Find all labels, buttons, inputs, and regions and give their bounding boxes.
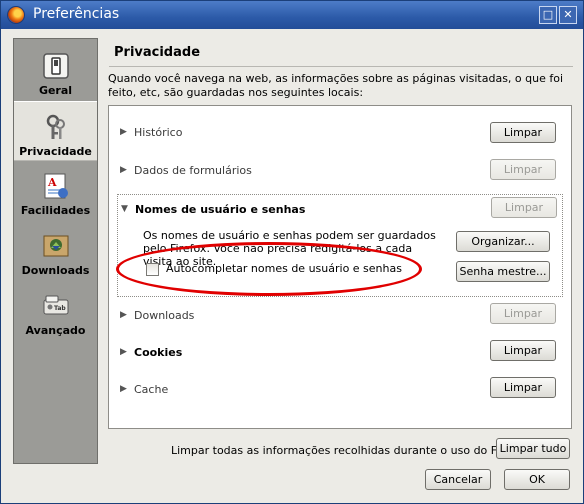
collapse-arrow-icon[interactable]: ▼ [121, 204, 128, 214]
svg-text:A: A [47, 176, 57, 189]
sidebar-item-facilidades[interactable]: A Facilidades [14, 161, 97, 221]
sidebar-item-geral[interactable]: Geral [14, 41, 97, 101]
item-label: Cookies [134, 346, 183, 359]
master-password-button[interactable]: Senha mestre... [456, 261, 550, 282]
window-title: Preferências [33, 6, 120, 22]
sidebar-item-downloads[interactable]: Downloads [14, 221, 97, 281]
firefox-icon [7, 6, 25, 24]
organize-button[interactable]: Organizar... [456, 231, 550, 252]
expand-arrow-icon[interactable]: ▶ [120, 347, 127, 357]
item-label: Nomes de usuário e senhas [135, 203, 306, 216]
panel-title: Privacidade [114, 45, 201, 60]
clear-downloads-button[interactable]: Limpar [490, 303, 556, 324]
sidebar-item-label: Facilidades [20, 204, 91, 217]
ok-button[interactable]: OK [504, 469, 570, 490]
clear-cache-button[interactable]: Limpar [490, 377, 556, 398]
clear-all-text: Limpar todas as informações recolhidas d… [171, 444, 531, 457]
clear-all-button[interactable]: Limpar tudo [496, 438, 570, 459]
category-sidebar: Geral Privacidade A Facilidades Download… [13, 38, 98, 464]
item-label: Histórico [134, 126, 183, 139]
clear-passwords-button[interactable]: Limpar [491, 197, 557, 218]
sidebar-item-label: Privacidade [19, 145, 92, 158]
cancel-button[interactable]: Cancelar [425, 469, 491, 490]
sidebar-item-label: Avançado [25, 324, 86, 337]
tab-icon: Tab [43, 295, 69, 315]
document-icon: A [44, 173, 68, 199]
expanded-passwords-section: ▼ Nomes de usuário e senhas Limpar Os no… [117, 194, 563, 297]
expand-arrow-icon[interactable]: ▶ [120, 127, 127, 137]
maximize-button[interactable]: □ [539, 6, 557, 24]
privacy-items-list: ▶ Histórico Limpar ▶ Dados de formulário… [108, 105, 572, 429]
sidebar-item-label: Geral [38, 84, 73, 97]
autocomplete-checkbox-label[interactable]: Autocompletar nomes de usuário e senhas [166, 262, 402, 275]
expand-arrow-icon[interactable]: ▶ [120, 384, 127, 394]
clear-cookies-button[interactable]: Limpar [490, 340, 556, 361]
panel-intro: Quando você navega na web, as informaçõe… [108, 72, 564, 99]
sidebar-item-label: Downloads [21, 264, 90, 277]
switch-icon [43, 53, 69, 79]
clear-history-button[interactable]: Limpar [490, 122, 556, 143]
download-box-icon [43, 235, 69, 257]
item-label: Downloads [134, 309, 195, 322]
sidebar-item-avancado[interactable]: Tab Avançado [14, 281, 97, 341]
autocomplete-checkbox[interactable] [146, 263, 159, 276]
item-label: Dados de formulários [134, 164, 252, 177]
item-label: Cache [134, 383, 169, 396]
title-bar[interactable]: Preferências □ ✕ [1, 1, 583, 29]
svg-text:Tab: Tab [54, 305, 66, 312]
clear-form-data-button[interactable]: Limpar [490, 159, 556, 180]
sidebar-item-privacidade[interactable]: Privacidade [14, 101, 97, 161]
expand-arrow-icon[interactable]: ▶ [120, 165, 127, 175]
expand-arrow-icon[interactable]: ▶ [120, 310, 127, 320]
panel-divider [109, 66, 573, 67]
keys-icon [46, 114, 65, 139]
close-button[interactable]: ✕ [559, 6, 577, 24]
preferences-window: Preferências □ ✕ Geral Privacidade A Fac… [0, 0, 584, 504]
